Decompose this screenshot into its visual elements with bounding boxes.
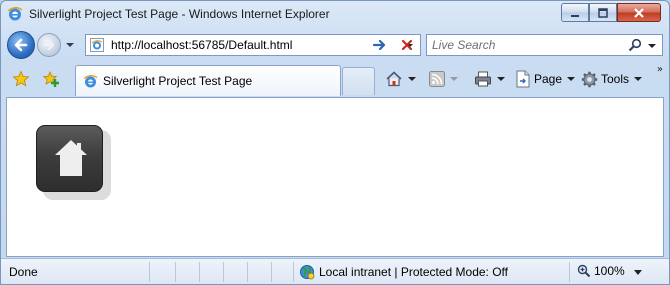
ie-icon: [7, 6, 23, 22]
chevron-down-icon[interactable]: [634, 270, 642, 276]
tab-row: Silverlight Project Test Page Page Tools…: [1, 62, 669, 96]
search-input[interactable]: [427, 35, 627, 55]
home-button[interactable]: [385, 70, 416, 88]
recent-pages-dropdown[interactable]: [63, 39, 77, 51]
ie-page-icon: [83, 74, 98, 89]
ie-page-icon: [90, 38, 104, 52]
status-text: Done: [9, 265, 38, 279]
stop-x-icon: [401, 39, 413, 51]
status-divider: [199, 262, 200, 282]
minimize-button[interactable]: [561, 3, 589, 22]
tools-menu-button[interactable]: Tools: [581, 70, 643, 88]
status-divider: [293, 262, 294, 282]
forward-button[interactable]: [37, 33, 61, 57]
add-favorites-icon[interactable]: [42, 70, 60, 88]
new-tab-button[interactable]: [342, 67, 375, 95]
status-divider: [175, 262, 176, 282]
address-url[interactable]: http://localhost:56785/Default.html: [111, 38, 292, 52]
chevron-down-icon[interactable]: [450, 77, 458, 81]
rss-feeds-icon: [429, 71, 445, 87]
back-arrow-icon: [14, 38, 28, 52]
search-box: [426, 34, 663, 56]
chevron-down-icon: [66, 43, 74, 47]
chevron-down-icon[interactable]: [408, 77, 416, 81]
search-provider-dropdown[interactable]: [647, 40, 657, 50]
tab-silverlight-project-test-page[interactable]: Silverlight Project Test Page: [75, 65, 341, 96]
close-icon: [634, 7, 644, 18]
status-divider: [149, 262, 150, 282]
toolbar-overflow-icon[interactable]: »: [657, 64, 663, 75]
forward-arrow-icon: [42, 39, 55, 51]
close-button[interactable]: [617, 3, 661, 22]
tools-menu-label: Tools: [601, 72, 630, 86]
security-zone[interactable]: Local intranet | Protected Mode: Off: [299, 264, 508, 280]
chevron-down-icon: [634, 77, 643, 81]
page-menu-button[interactable]: Page: [515, 70, 576, 88]
status-divider: [223, 262, 224, 282]
navigation-bar: http://localhost:56785/Default.html: [1, 29, 669, 61]
maximize-icon: [598, 7, 608, 18]
minimize-icon: [571, 14, 579, 17]
chevron-down-icon[interactable]: [497, 77, 505, 81]
page-menu-label: Page: [534, 72, 563, 86]
zoom-magnifier-icon: [577, 264, 591, 278]
feeds-button[interactable]: [429, 70, 458, 88]
home-tile-button[interactable]: [36, 125, 103, 192]
zoom-control[interactable]: 100%: [577, 264, 625, 278]
stop-button[interactable]: [396, 34, 418, 56]
status-divider: [271, 262, 272, 282]
tools-gear-icon: [581, 71, 598, 87]
status-divider: [247, 262, 248, 282]
chevron-down-icon: [567, 77, 576, 81]
print-button[interactable]: [474, 70, 505, 88]
favorites-star-icon[interactable]: [12, 70, 30, 88]
print-icon: [475, 71, 491, 87]
zoom-level: 100%: [594, 264, 625, 278]
window-title: Silverlight Project Test Page - Windows …: [29, 7, 330, 21]
caption-buttons: [561, 3, 661, 23]
home-icon: [55, 140, 87, 176]
page-icon: [516, 70, 530, 88]
page-content: [6, 97, 664, 257]
go-arrow-icon: [372, 39, 386, 51]
security-zone-label: Local intranet | Protected Mode: Off: [319, 265, 508, 279]
title-bar[interactable]: Silverlight Project Test Page - Windows …: [1, 1, 669, 29]
status-bar: Done Local intranet | Protected Mode: Of…: [1, 258, 669, 284]
maximize-button[interactable]: [589, 3, 617, 22]
globe-icon: [300, 265, 315, 280]
back-button[interactable]: [7, 31, 35, 59]
tab-label: Silverlight Project Test Page: [103, 74, 253, 88]
browser-window: Silverlight Project Test Page - Windows …: [0, 0, 670, 285]
chevron-down-icon: [648, 44, 656, 48]
go-button[interactable]: [369, 34, 391, 56]
status-divider: [569, 262, 570, 282]
home-icon: [386, 71, 402, 87]
search-magnifier-icon[interactable]: [628, 38, 642, 52]
